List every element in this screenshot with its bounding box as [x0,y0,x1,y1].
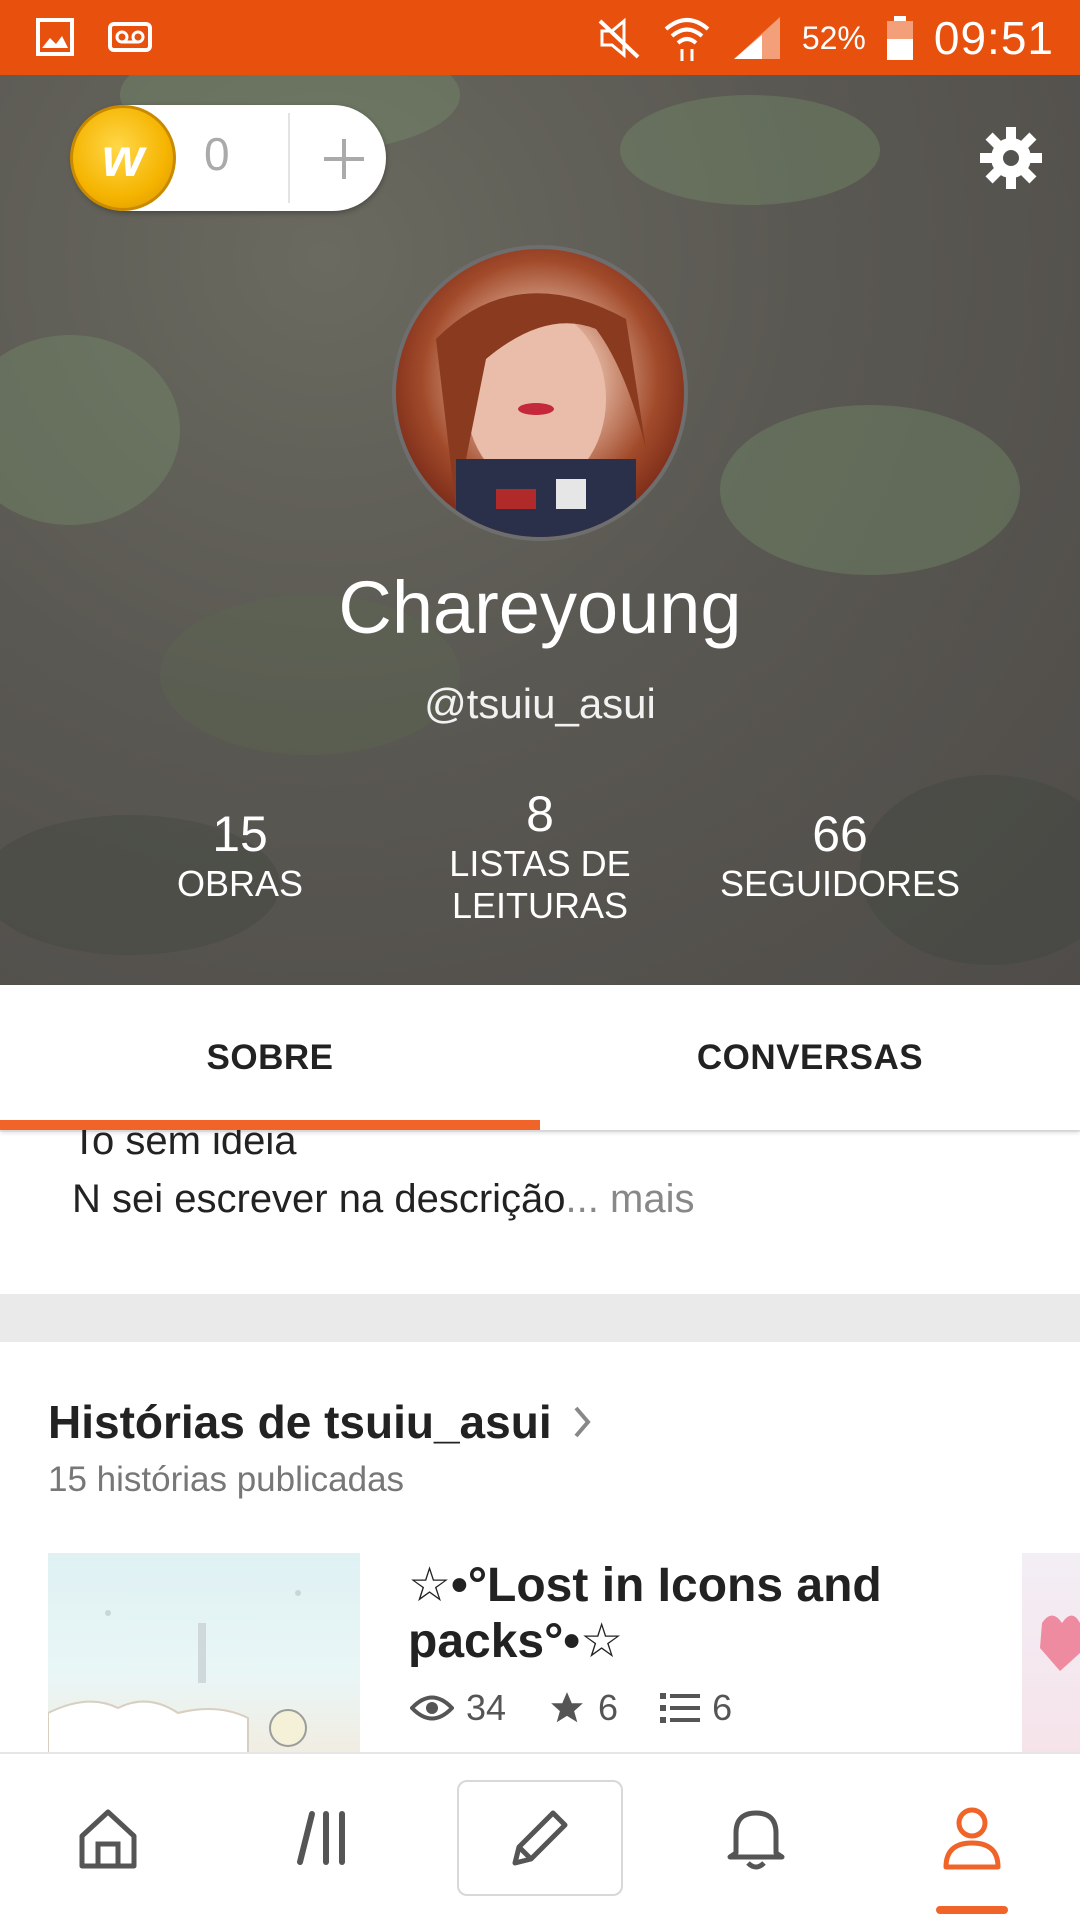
section-divider [0,1294,1080,1342]
stat-reading-lists[interactable]: 8 LISTAS DE LEITURAS [420,785,660,927]
wifi-icon [664,18,710,61]
next-story-cover[interactable] [1022,1553,1080,1753]
stories-header[interactable]: Histórias de tsuiu_asui [48,1395,592,1449]
bell-icon [727,1810,785,1870]
image-icon [36,18,74,56]
write-button[interactable] [457,1780,623,1896]
tab-sobre[interactable]: SOBRE [0,985,540,1130]
story-cover[interactable] [48,1553,360,1753]
stat-followers[interactable]: 66 SEGUIDORES [720,805,960,905]
nav-notifications[interactable] [648,1754,864,1922]
home-icon [79,1809,137,1869]
display-name: Chareyoung [338,566,742,649]
stories-count: 15 histórias publicadas [48,1460,405,1499]
nav-active-indicator [936,1906,1008,1914]
active-tab-indicator [0,1120,540,1130]
battery-percent: 52% [801,19,866,56]
bottom-navigation [0,1752,1080,1922]
avatar[interactable] [392,245,688,541]
coins-widget[interactable]: w 0 [70,105,386,211]
story-votes: 6 [598,1687,619,1728]
chevron-right-icon [574,1406,591,1438]
eye-icon [410,1695,454,1721]
nav-library[interactable] [216,1754,432,1922]
pencil-icon [512,1810,568,1866]
profile-tabs: SOBRE CONVERSAS [0,985,1080,1130]
story-title[interactable]: ☆•°Lost in Icons and packs°•☆ [408,1558,908,1670]
tab-conversas[interactable]: CONVERSAS [540,985,1080,1130]
stat-works[interactable]: 15 OBRAS [140,805,340,905]
username-handle: @tsuiu_asui [424,680,656,727]
settings-gear-icon[interactable] [978,125,1044,191]
list-icon [660,1693,701,1723]
more-link[interactable]: mais [610,1177,694,1221]
star-icon [551,1692,583,1723]
story-reads: 34 [466,1687,507,1728]
add-coins-button[interactable] [304,119,384,199]
signal-icon [733,17,780,59]
voicemail-icon [108,22,152,52]
coin-icon: w [70,105,176,211]
battery-icon [886,16,913,60]
nav-profile[interactable] [864,1754,1080,1922]
status-bar: 52% 09:51 [0,0,1080,75]
mute-icon [598,17,640,59]
library-icon [297,1811,345,1865]
story-stats: 34 6 6 [410,1687,760,1729]
clock: 09:51 [933,12,1054,64]
nav-write[interactable] [432,1754,648,1922]
story-parts: 6 [712,1687,733,1728]
coin-count: 0 [204,128,230,180]
profile-header: w 0 Chareyoung @tsuiu_asui 15 OBRAS 8 LI… [0,75,1080,985]
profile-icon [943,1807,1001,1870]
nav-home[interactable] [0,1754,216,1922]
